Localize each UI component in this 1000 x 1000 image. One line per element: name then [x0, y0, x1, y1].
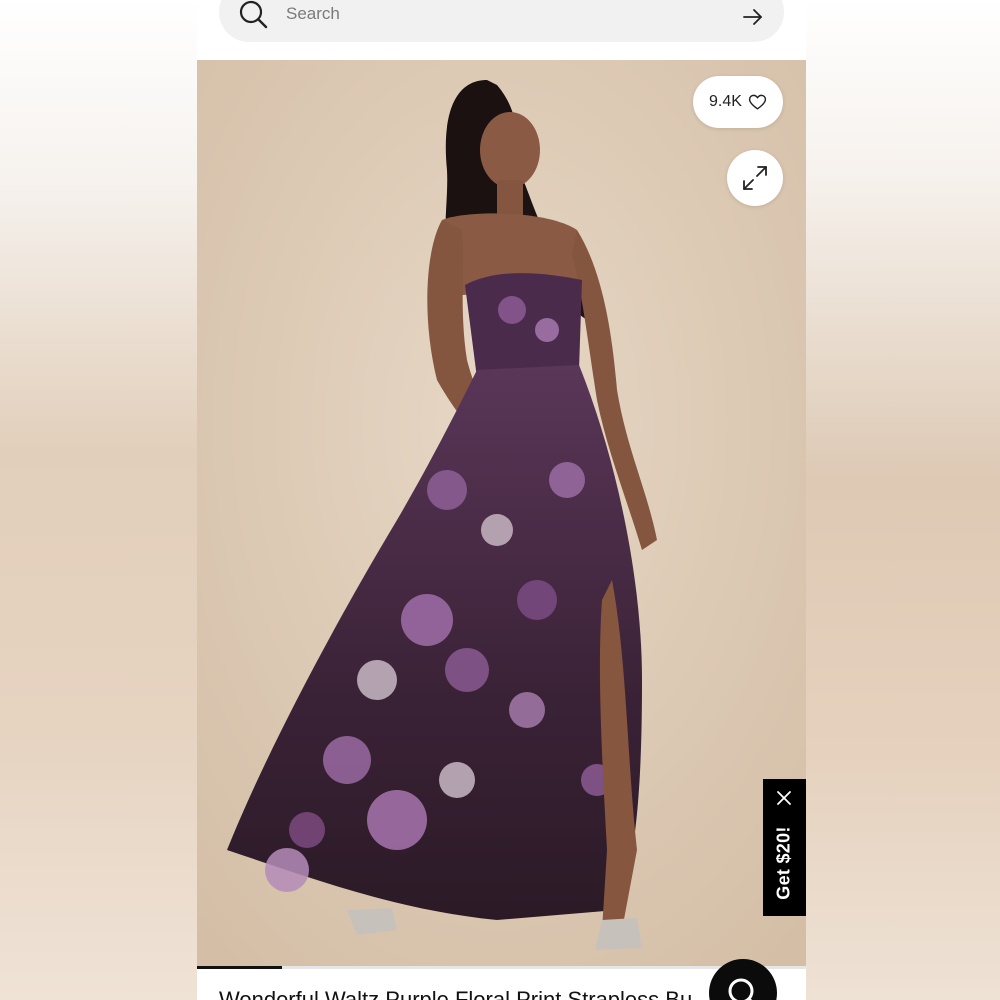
model-in-floral-dress: [197, 60, 806, 968]
search-icon[interactable]: [239, 0, 269, 30]
heart-icon: [748, 94, 767, 110]
close-icon[interactable]: [776, 790, 792, 806]
search-input[interactable]: Search: [286, 4, 340, 24]
phone-screen: Search 9.4K Get $20! Wonderful Waltz Pur…: [197, 0, 806, 1000]
promo-tab[interactable]: Get $20!: [763, 779, 806, 916]
product-image[interactable]: 9.4K Get $20!: [197, 60, 806, 968]
like-button[interactable]: 9.4K: [693, 76, 783, 128]
image-carousel-track: [197, 966, 806, 969]
image-carousel-progress: [197, 966, 282, 969]
expand-icon: [743, 166, 767, 190]
product-title[interactable]: Wonderful Waltz Purple Floral Print Stra…: [219, 987, 699, 1000]
blurred-backdrop-left: [0, 0, 197, 1000]
promo-label[interactable]: Get $20!: [774, 826, 795, 899]
search-bar[interactable]: Search: [219, 0, 784, 42]
blurred-backdrop-right: [806, 0, 1000, 1000]
likes-count: 9.4K: [709, 93, 742, 110]
expand-image-button[interactable]: [727, 150, 783, 206]
arrow-right-icon[interactable]: [742, 6, 764, 28]
search-icon: [728, 978, 754, 1000]
